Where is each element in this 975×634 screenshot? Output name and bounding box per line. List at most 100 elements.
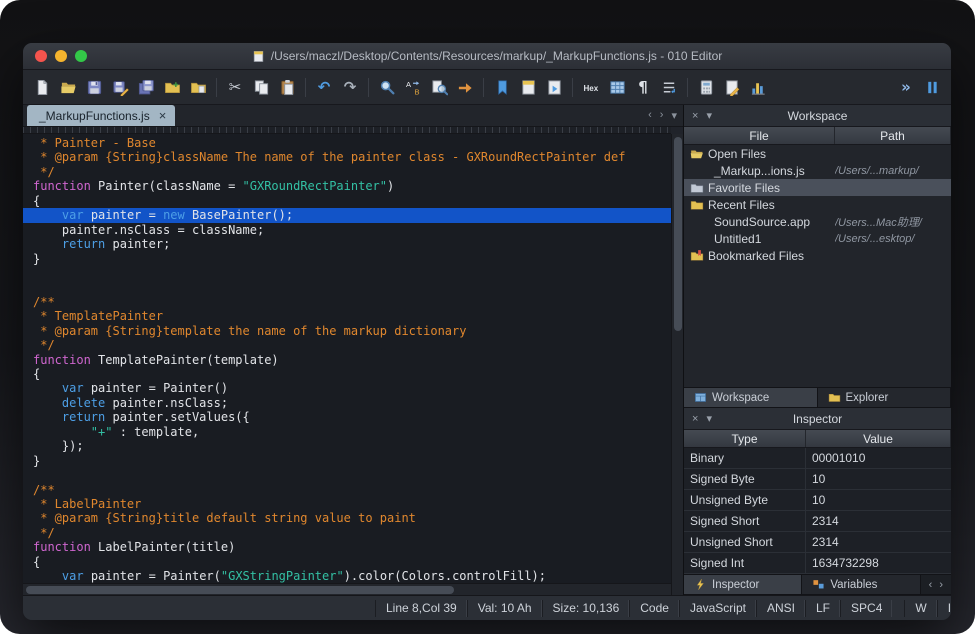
tab-variables[interactable]: Variables	[802, 575, 920, 594]
workspace-item[interactable]: Open Files	[684, 145, 951, 162]
column-header-value[interactable]: Value	[806, 430, 951, 447]
undo-button[interactable]: ↶	[312, 75, 336, 99]
save-all-button[interactable]	[134, 75, 158, 99]
code-line: painter.nsClass = className;	[33, 223, 671, 237]
new-folder-button[interactable]	[160, 75, 184, 99]
item-label-cell: Bookmarked Files	[684, 249, 835, 263]
inspector-panel-title: Inspector	[684, 412, 951, 426]
find-button[interactable]	[375, 75, 399, 99]
template-results-icon	[252, 50, 265, 63]
item-path: /Users...Mac助理/	[835, 214, 951, 230]
status-ins[interactable]: INS	[937, 600, 951, 617]
bookmark-button[interactable]	[490, 75, 514, 99]
template-results-button[interactable]	[516, 75, 540, 99]
workspace-item[interactable]: _Markup...ions.js/Users/...markup/	[684, 162, 951, 179]
table-view-button[interactable]	[605, 75, 629, 99]
status-val[interactable]: Val: 10 Ah	[467, 600, 542, 617]
horizontal-scrollbar-thumb[interactable]	[26, 586, 454, 594]
status-w[interactable]: W	[904, 600, 936, 617]
status-size[interactable]: Size: 10,136	[542, 600, 630, 617]
tab-label: _MarkupFunctions.js	[39, 109, 150, 123]
workspace-item[interactable]: SoundSource.app/Users...Mac助理/	[684, 213, 951, 230]
column-header-file[interactable]: File	[684, 127, 835, 144]
panel-nav-prev-icon[interactable]: ‹	[929, 579, 933, 591]
code-line: "+" : template,	[33, 425, 671, 439]
calculator-button[interactable]	[694, 75, 718, 99]
status-spc4[interactable]: SPC4	[840, 600, 892, 617]
titlebar[interactable]: /Users/maczl/Desktop/Contents/Resources/…	[23, 43, 951, 70]
inspector-menu-icon[interactable]: ▾	[706, 412, 712, 425]
folder-file-button[interactable]	[186, 75, 210, 99]
histogram-button[interactable]	[746, 75, 770, 99]
new-folder-icon	[164, 79, 181, 96]
code-line: });	[33, 439, 671, 453]
paste-button[interactable]	[275, 75, 299, 99]
copy-button[interactable]	[249, 75, 273, 99]
tab-nav-prev-icon[interactable]: ‹	[648, 109, 652, 122]
inspector-row[interactable]: Signed Int1634732298	[684, 553, 951, 574]
run-template-button[interactable]	[542, 75, 566, 99]
tab-workspace[interactable]: Workspace	[684, 388, 818, 407]
workspace-icon	[694, 391, 707, 404]
code-editor[interactable]: * Painter - Base * @param {String}classN…	[23, 134, 671, 583]
vertical-scrollbar[interactable]	[671, 134, 683, 595]
folder-icon	[690, 198, 704, 212]
workspace-close-icon[interactable]: ×	[692, 110, 698, 122]
status-lf[interactable]: LF	[805, 600, 840, 617]
overflow-chevrons-button[interactable]: »	[894, 75, 918, 99]
hex-mode-button[interactable]: Hex	[579, 75, 603, 99]
zoom-window-button[interactable]	[75, 50, 87, 62]
goto-address-button[interactable]	[453, 75, 477, 99]
code-line: * @param {String}className The name of t…	[33, 150, 671, 164]
inspector-row[interactable]: Signed Short2314	[684, 511, 951, 532]
status-code[interactable]: Code	[629, 600, 679, 617]
line-endings-button[interactable]	[657, 75, 681, 99]
close-window-button[interactable]	[35, 50, 47, 62]
tab-markupfunctions[interactable]: _MarkupFunctions.js ×	[27, 105, 175, 126]
save-as-button[interactable]	[108, 75, 132, 99]
status-line[interactable]: Line 8,Col 39	[375, 600, 467, 617]
horizontal-scrollbar[interactable]	[23, 583, 671, 595]
inspector-row[interactable]: Signed Byte10	[684, 469, 951, 490]
cut-button[interactable]: ✂	[223, 75, 247, 99]
inspector-row[interactable]: Binary00001010	[684, 448, 951, 469]
redo-button[interactable]: ↷	[338, 75, 362, 99]
workspace-item[interactable]: Recent Files	[684, 196, 951, 213]
item-label: Open Files	[708, 147, 766, 161]
variables-icon	[812, 578, 825, 591]
vertical-scrollbar-thumb[interactable]	[674, 137, 682, 331]
column-header-path[interactable]: Path	[835, 127, 951, 144]
inspector-close-icon[interactable]: ×	[692, 413, 698, 425]
tab-nav-next-icon[interactable]: ›	[660, 109, 664, 122]
bolt-icon	[694, 578, 707, 591]
workspace-item[interactable]: Untitled1/Users/...esktop/	[684, 230, 951, 247]
find-in-files-button[interactable]	[427, 75, 451, 99]
replace-button[interactable]: AB	[401, 75, 425, 99]
tab-close-icon[interactable]: ×	[159, 109, 167, 122]
panel-nav-next-icon[interactable]: ›	[939, 579, 943, 591]
open-folder-button[interactable]	[56, 75, 80, 99]
minimize-window-button[interactable]	[55, 50, 67, 62]
workspace-item[interactable]: Favorite Files	[684, 179, 951, 196]
item-label-cell: Favorite Files	[684, 181, 835, 195]
window-title-area: /Users/maczl/Desktop/Contents/Resources/…	[23, 49, 951, 63]
pilcrow-button[interactable]: ¶	[631, 75, 655, 99]
toolbar-separator	[483, 78, 484, 97]
tab-label: Variables	[830, 579, 877, 591]
goto-address-icon	[457, 79, 474, 96]
save-button[interactable]	[82, 75, 106, 99]
column-header-type[interactable]: Type	[684, 430, 806, 447]
inspector-row[interactable]: Unsigned Short2314	[684, 532, 951, 553]
new-file-button[interactable]	[30, 75, 54, 99]
status-ansi[interactable]: ANSI	[756, 600, 805, 617]
edit-script-button[interactable]	[720, 75, 744, 99]
tab-nav-menu-icon[interactable]: ▾	[671, 109, 677, 122]
pause-button[interactable]	[920, 75, 944, 99]
inspector-row[interactable]: Unsigned Byte10	[684, 490, 951, 511]
workspace-menu-icon[interactable]: ▾	[706, 109, 712, 122]
tab-inspector[interactable]: Inspector	[684, 575, 802, 594]
tab-explorer[interactable]: Explorer	[818, 388, 952, 407]
workspace-item[interactable]: Bookmarked Files	[684, 247, 951, 264]
status-javascript[interactable]: JavaScript	[679, 600, 756, 617]
inspector-type: Signed Short	[684, 511, 806, 531]
